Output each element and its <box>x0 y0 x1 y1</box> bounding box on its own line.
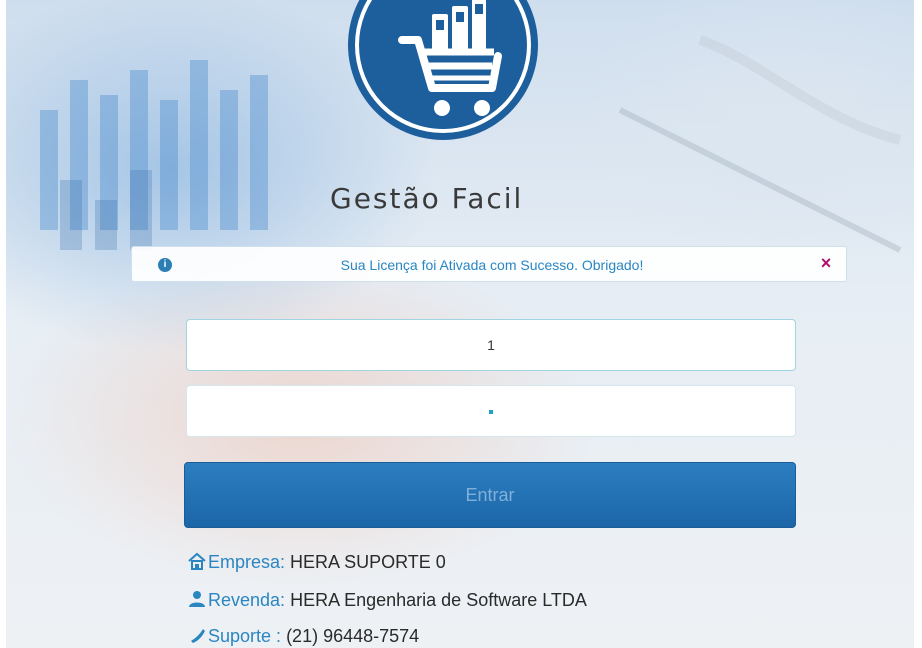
login-button[interactable]: Entrar <box>184 462 796 528</box>
license-activated-alert: i Sua Licença foi Ativada com Sucesso. O… <box>131 246 847 282</box>
alert-message: Sua Licença foi Ativada com Sucesso. Obr… <box>340 257 644 273</box>
right-frame <box>914 0 922 648</box>
username-value: 1 <box>487 337 495 353</box>
revenda-label: Revenda: <box>208 590 286 610</box>
support-info: Suporte : (21) 96448-7574 <box>188 626 419 647</box>
alert-close-button[interactable]: × <box>816 253 836 273</box>
empresa-value: HERA SUPORTE 0 <box>290 552 446 572</box>
empresa-label: Empresa: <box>208 552 286 572</box>
username-input[interactable]: 1 <box>186 319 796 371</box>
home-icon <box>188 552 206 570</box>
suporte-value: (21) 96448-7574 <box>286 626 420 646</box>
suporte-label: Suporte : <box>208 626 282 646</box>
user-icon <box>189 591 205 607</box>
company-info: Empresa: HERA SUPORTE 0 <box>188 552 446 573</box>
brand-name: Gestão Facil <box>330 182 524 215</box>
app-logo <box>346 0 540 142</box>
reseller-info: Revenda: HERA Engenharia de Software LTD… <box>188 590 587 611</box>
password-input[interactable]: • <box>186 385 796 437</box>
revenda-value: HERA Engenharia de Software LTDA <box>290 590 587 610</box>
password-mask: • <box>489 410 493 415</box>
info-icon: i <box>158 258 172 272</box>
left-frame <box>0 0 6 648</box>
phone-icon <box>191 629 205 643</box>
